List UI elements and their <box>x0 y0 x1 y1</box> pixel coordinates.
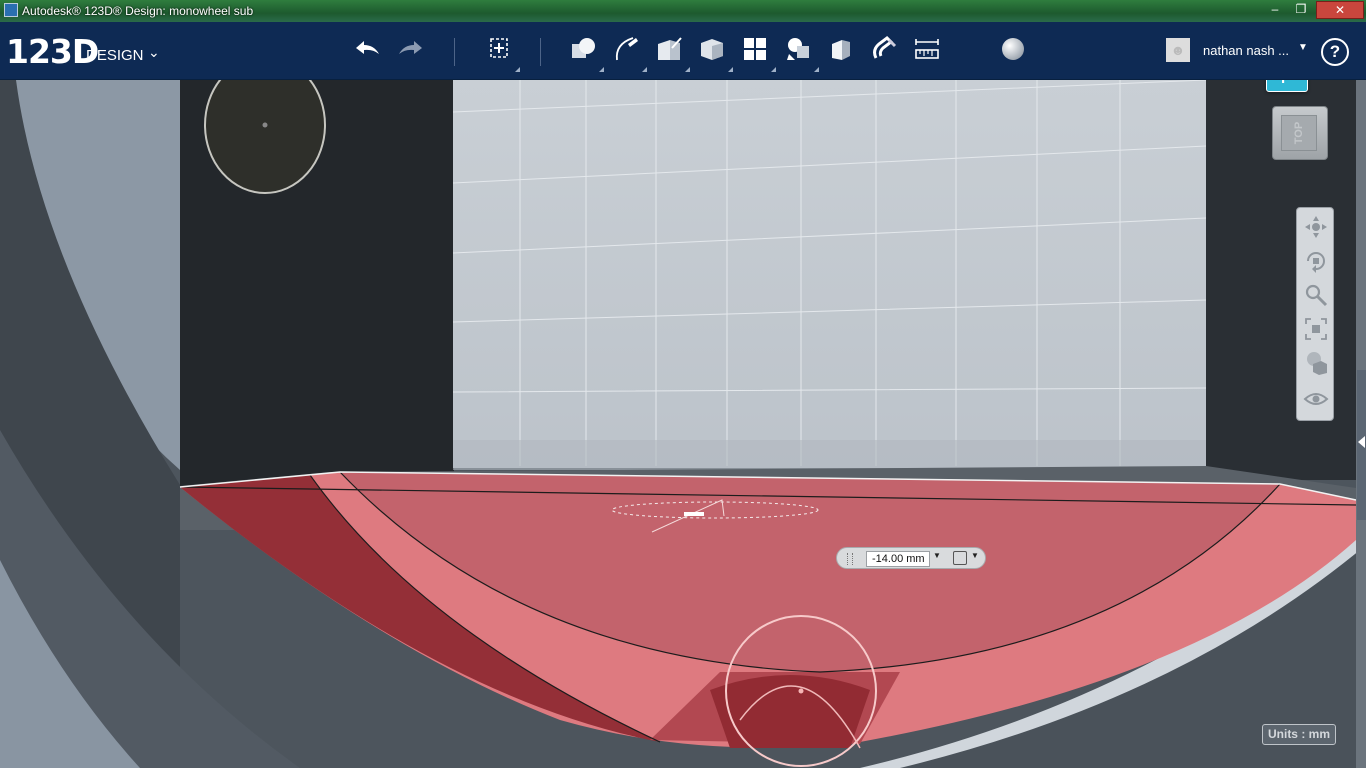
construct-icon <box>654 34 684 69</box>
chevron-down-icon[interactable]: ▼ <box>933 551 941 560</box>
scene-3d <box>0 80 1366 768</box>
modify-button[interactable] <box>695 34 733 72</box>
visibility-icon <box>1303 386 1329 417</box>
material-icon <box>998 34 1028 69</box>
app-menu-button[interactable]: 123D DESIGN ⌄ <box>6 32 160 71</box>
orbit-button[interactable] <box>1301 248 1331 278</box>
pan-icon <box>1303 214 1329 245</box>
visibility-button[interactable] <box>1301 386 1331 416</box>
view-cube-face: TOP <box>1281 115 1317 151</box>
construct-button[interactable] <box>652 34 690 72</box>
view-mode-icon <box>1303 350 1329 381</box>
fit-button[interactable] <box>1301 316 1331 346</box>
view-mode-button[interactable] <box>1301 350 1331 380</box>
user-name: nathan nash ... <box>1203 43 1290 58</box>
brand-number: 123D <box>6 32 99 71</box>
undo-button[interactable] <box>350 34 384 68</box>
feedback-badge[interactable]: F <box>1266 80 1308 92</box>
avatar: ☻ <box>1166 38 1190 62</box>
grid-plane <box>453 80 1206 468</box>
viewport-canvas[interactable]: F TOP ▼ ▼ Units : mm <box>0 80 1366 768</box>
help-button[interactable]: ? <box>1321 38 1349 66</box>
combine-icon <box>826 34 856 69</box>
measure-button[interactable] <box>910 34 944 68</box>
app-icon <box>4 3 18 17</box>
navigation-bar <box>1296 207 1334 421</box>
main-toolbar: 123D DESIGN ⌄ ☻ nathan nash ... ▼ ? <box>0 22 1366 80</box>
chevron-down-icon[interactable]: ▼ <box>971 551 979 560</box>
pattern-icon <box>740 34 770 69</box>
snap-button[interactable] <box>867 34 901 68</box>
combine-button[interactable] <box>824 34 858 68</box>
side-panel-toggle[interactable] <box>1357 370 1366 520</box>
snap-options-icon[interactable] <box>953 551 967 565</box>
transform-icon <box>484 34 514 69</box>
sketch-button[interactable] <box>609 34 647 72</box>
toolbar-separator <box>454 38 455 66</box>
units-indicator[interactable]: Units : mm <box>1262 724 1336 745</box>
chevron-left-icon <box>1358 436 1365 448</box>
grouping-icon <box>783 34 813 69</box>
redo-button[interactable] <box>394 34 428 68</box>
measure-icon <box>912 34 942 69</box>
drag-handle[interactable] <box>847 553 853 565</box>
fit-icon <box>1303 316 1329 347</box>
orbit-icon <box>1303 248 1329 279</box>
window-title: Autodesk® 123D® Design: monowheel sub <box>22 4 254 18</box>
zoom-button[interactable] <box>1301 282 1331 312</box>
grouping-button[interactable] <box>781 34 819 72</box>
modify-icon <box>697 34 727 69</box>
close-button[interactable]: ✕ <box>1316 1 1364 19</box>
sketch-icon <box>611 34 641 69</box>
maximize-button[interactable]: ❐ <box>1288 1 1314 19</box>
pattern-button[interactable] <box>738 34 776 72</box>
toolbar-separator <box>540 38 541 66</box>
title-bar: Autodesk® 123D® Design: monowheel sub – … <box>0 0 1366 22</box>
view-cube[interactable]: TOP <box>1272 106 1328 160</box>
pan-button[interactable] <box>1301 214 1331 244</box>
material-button[interactable] <box>996 34 1030 68</box>
chevron-down-icon: ▼ <box>1298 42 1308 53</box>
primitives-icon <box>568 34 598 69</box>
primitives-button[interactable] <box>566 34 604 72</box>
zoom-icon <box>1303 282 1329 313</box>
undo-icon <box>352 34 382 69</box>
redo-icon <box>396 34 426 69</box>
snap-icon <box>869 34 899 69</box>
chevron-down-icon: ⌄ <box>148 44 160 60</box>
brand-word: DESIGN <box>86 47 144 64</box>
transform-button[interactable] <box>482 34 520 72</box>
minimize-button[interactable]: – <box>1262 1 1288 19</box>
dimension-input[interactable] <box>866 551 930 567</box>
dimension-input-box: ▼ ▼ <box>836 547 986 569</box>
